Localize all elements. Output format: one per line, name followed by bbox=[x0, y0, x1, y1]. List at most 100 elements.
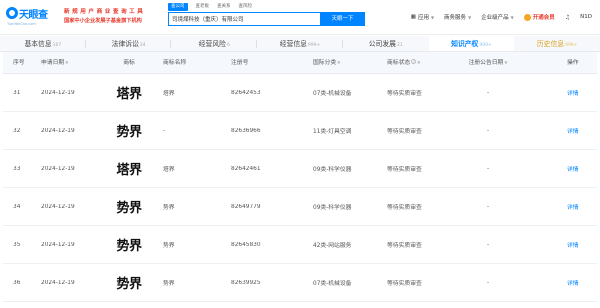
cell-reg-no: 82645830 bbox=[231, 241, 261, 248]
chevron-down-icon: ▼ bbox=[468, 14, 472, 20]
cell-pub-date: - bbox=[486, 241, 490, 248]
sort-icon[interactable]: ▼ bbox=[65, 60, 68, 65]
tab-count: 999+ bbox=[307, 43, 321, 48]
app-grid-icon: ▦ bbox=[410, 14, 416, 20]
search-box bbox=[168, 12, 320, 26]
search-input[interactable] bbox=[169, 13, 320, 25]
chevron-down-icon: ▼ bbox=[430, 14, 435, 20]
detail-link[interactable]: 详情 bbox=[567, 91, 579, 97]
table-row: 32 2024-12-19 势界 - 82636966 11类-灯具空调 等待实… bbox=[3, 112, 597, 150]
tab-business-risk[interactable]: 经营风险6 bbox=[171, 36, 258, 51]
trademark-image[interactable]: 塔界 bbox=[103, 83, 155, 102]
filter-icon[interactable]: ▼ bbox=[337, 60, 340, 65]
table-row: 34 2024-12-19 势界 势界 82649779 09类-科学仪器 等待… bbox=[3, 188, 597, 226]
search-tab-company[interactable]: 查公司 bbox=[168, 3, 188, 11]
cell-class: 09类-科学仪器 bbox=[313, 167, 352, 173]
detail-link[interactable]: 详情 bbox=[567, 129, 579, 135]
column-header-label: 注册公告日期 bbox=[468, 60, 504, 66]
tab-intellectual-property[interactable]: 知识产权999+ bbox=[428, 36, 515, 51]
column-header-reg-no: 注册号 bbox=[231, 60, 249, 66]
column-header-apply-date[interactable]: 申请日期▼ bbox=[33, 52, 103, 73]
user-menu[interactable]: N1D bbox=[580, 14, 592, 20]
cell-index: 35 bbox=[13, 241, 21, 248]
filter-icon[interactable]: ▼ bbox=[417, 60, 420, 65]
cell-mark-name: 势界 bbox=[163, 205, 175, 211]
cell-status: 等待实质审查 bbox=[387, 281, 422, 287]
nav-business-services[interactable]: 商务服务 ▼ bbox=[444, 13, 472, 22]
search-tab-boss[interactable]: 查老板 bbox=[196, 3, 210, 11]
trademark-image[interactable]: 势界 bbox=[103, 273, 155, 292]
cell-class: 07类-机械设备 bbox=[313, 91, 352, 97]
cell-mark-name: 塔界 bbox=[163, 167, 175, 173]
column-header-label: 国际分类 bbox=[313, 60, 337, 66]
cell-operation: 详情 bbox=[523, 88, 597, 97]
trademark-image[interactable]: 势界 bbox=[103, 121, 155, 140]
cell-operation: 详情 bbox=[523, 202, 597, 211]
table-row: 35 2024-12-19 势界 势界 82645830 42类-网站服务 等待… bbox=[3, 226, 597, 264]
tab-label: 知识产权 bbox=[451, 40, 479, 48]
column-header-pub-date[interactable]: 注册公告日期▼ bbox=[453, 52, 523, 73]
tab-history[interactable]: 历史信息999+ bbox=[514, 36, 600, 51]
cell-index: 34 bbox=[13, 203, 21, 210]
cell-class: 07类-机械设备 bbox=[313, 281, 352, 287]
column-header-mark: 商标 bbox=[123, 60, 135, 66]
nav-business-services-label: 商务服务 bbox=[444, 15, 467, 21]
trademark-image[interactable]: 塔界 bbox=[103, 159, 155, 178]
tab-label: 公司发展 bbox=[368, 40, 396, 48]
cell-class: 11类-灯具空调 bbox=[313, 129, 352, 135]
nav-enterprise-products-label: 企业级产品 bbox=[481, 15, 509, 21]
tianyancha-logo[interactable]: 天眼查 TianYanCha.com bbox=[6, 6, 48, 30]
cell-operation: 详情 bbox=[523, 240, 597, 249]
tab-legal[interactable]: 法律诉讼34 bbox=[86, 36, 172, 51]
bell-icon[interactable]: ♫ bbox=[565, 14, 570, 21]
cell-pub-date: - bbox=[486, 89, 490, 96]
cell-pub-date: - bbox=[486, 279, 490, 286]
trademark-image[interactable]: 势界 bbox=[103, 235, 155, 254]
column-header-status[interactable]: 商标状态? ▼ bbox=[377, 52, 453, 73]
cell-class: 42类-网站服务 bbox=[313, 243, 352, 249]
table-row: 33 2024-12-19 塔界 塔界 82642461 09类-科学仪器 等待… bbox=[3, 150, 597, 188]
cell-operation: 详情 bbox=[523, 278, 597, 287]
column-header-class[interactable]: 国际分类▼ bbox=[303, 52, 377, 73]
column-header-label: 商标状态 bbox=[387, 60, 411, 66]
tab-label: 基本信息 bbox=[24, 40, 52, 48]
cell-reg-no: 82649779 bbox=[231, 203, 261, 210]
detail-link[interactable]: 详情 bbox=[567, 167, 579, 173]
cell-status: 等待实质审查 bbox=[387, 205, 422, 211]
category-tabs: 基本信息167 法律诉讼34 经营风险6 经营信息999+ 公司发展21 知识产… bbox=[0, 36, 600, 52]
cell-operation: 详情 bbox=[523, 164, 597, 173]
tab-label: 法律诉讼 bbox=[111, 40, 139, 48]
detail-link[interactable]: 详情 bbox=[567, 281, 579, 287]
tab-label: 历史信息 bbox=[536, 40, 565, 48]
cell-mark-name: 势界 bbox=[163, 281, 175, 287]
cell-operation: 详情 bbox=[523, 126, 597, 135]
search-tab-relation[interactable]: 查关系 bbox=[217, 3, 231, 11]
table-header: 序号 申请日期▼ 商标 商标名称 注册号 国际分类▼ 商标状态? ▼ 注册公告日期… bbox=[3, 52, 597, 74]
help-icon[interactable]: ? bbox=[411, 59, 417, 64]
cell-status: 等待实质审查 bbox=[387, 91, 422, 97]
logo-eye-icon bbox=[6, 7, 18, 19]
tab-basic-info[interactable]: 基本信息167 bbox=[0, 36, 86, 51]
trademark-table: 序号 申请日期▼ 商标 商标名称 注册号 国际分类▼ 商标状态? ▼ 注册公告日期… bbox=[3, 52, 597, 302]
detail-link[interactable]: 详情 bbox=[567, 205, 579, 211]
user-name: N1D bbox=[580, 14, 592, 20]
sort-icon[interactable]: ▼ bbox=[504, 60, 507, 65]
cell-mark-name: 势界 bbox=[163, 243, 175, 249]
promo-banner[interactable]: 新 规 用 户 商 业 查 询 工 具 国家中小企业发展子基金旗下机构 bbox=[64, 7, 162, 27]
nav-app[interactable]: ▦ 应用 ▼ bbox=[411, 13, 434, 21]
top-nav: ▦ 应用 ▼ 商务服务 ▼ 企业级产品 ▼ 开通会员 ♫ N1D bbox=[411, 11, 592, 23]
cell-apply-date: 2024-12-19 bbox=[41, 89, 75, 96]
cell-mark-name: 塔界 bbox=[163, 91, 175, 97]
column-header-index: 序号 bbox=[13, 60, 25, 66]
search-button[interactable]: 天眼一下 bbox=[320, 12, 365, 26]
column-header-mark-name: 商标名称 bbox=[163, 60, 187, 66]
trademark-image[interactable]: 势界 bbox=[103, 197, 155, 216]
detail-link[interactable]: 详情 bbox=[567, 243, 579, 249]
nav-enterprise-products[interactable]: 企业级产品 ▼ bbox=[481, 13, 514, 22]
search-tab-risk[interactable]: 查风险 bbox=[239, 3, 253, 11]
cell-index: 31 bbox=[13, 89, 21, 96]
vip-button[interactable]: 开通会员 bbox=[523, 13, 555, 21]
tab-company-development[interactable]: 公司发展21 bbox=[343, 36, 429, 51]
tab-business-info[interactable]: 经营信息999+ bbox=[257, 36, 343, 51]
nav-app-label: 应用 bbox=[417, 15, 429, 21]
